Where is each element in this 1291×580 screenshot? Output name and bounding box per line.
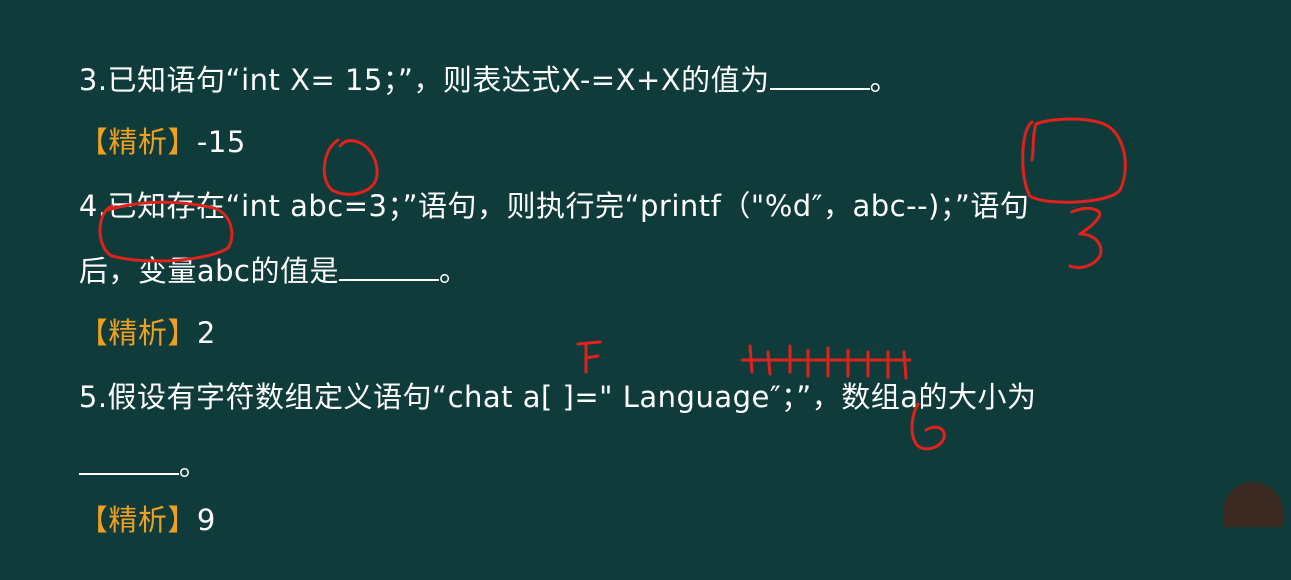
answer-blank-3: [769, 62, 870, 90]
answer-bracket-close: 】: [167, 503, 197, 537]
question-4-suffix: 。: [439, 254, 469, 288]
answer-blank-4: [339, 253, 439, 281]
answer-bracket-open: 【: [78, 503, 109, 537]
answer-5: 【精析】9: [40, 460, 216, 580]
answer-value-5: 9: [196, 503, 216, 537]
presenter-avatar: [1223, 482, 1283, 527]
question-5-text-line-1: 5.假设有字符数组定义语句“chat a[ ]=" Language″；”，数组…: [78, 380, 1037, 414]
question-3-suffix: 。: [869, 63, 900, 97]
ink-loop-abc-decrement: [1021, 117, 1127, 204]
answer-label: 精析: [108, 503, 168, 537]
ink-note-three: [1068, 206, 1103, 270]
slide: 3.已知语句“int X= 15；”，则表达式X-=X+X的值为。 【精析】-1…: [0, 0, 1291, 537]
